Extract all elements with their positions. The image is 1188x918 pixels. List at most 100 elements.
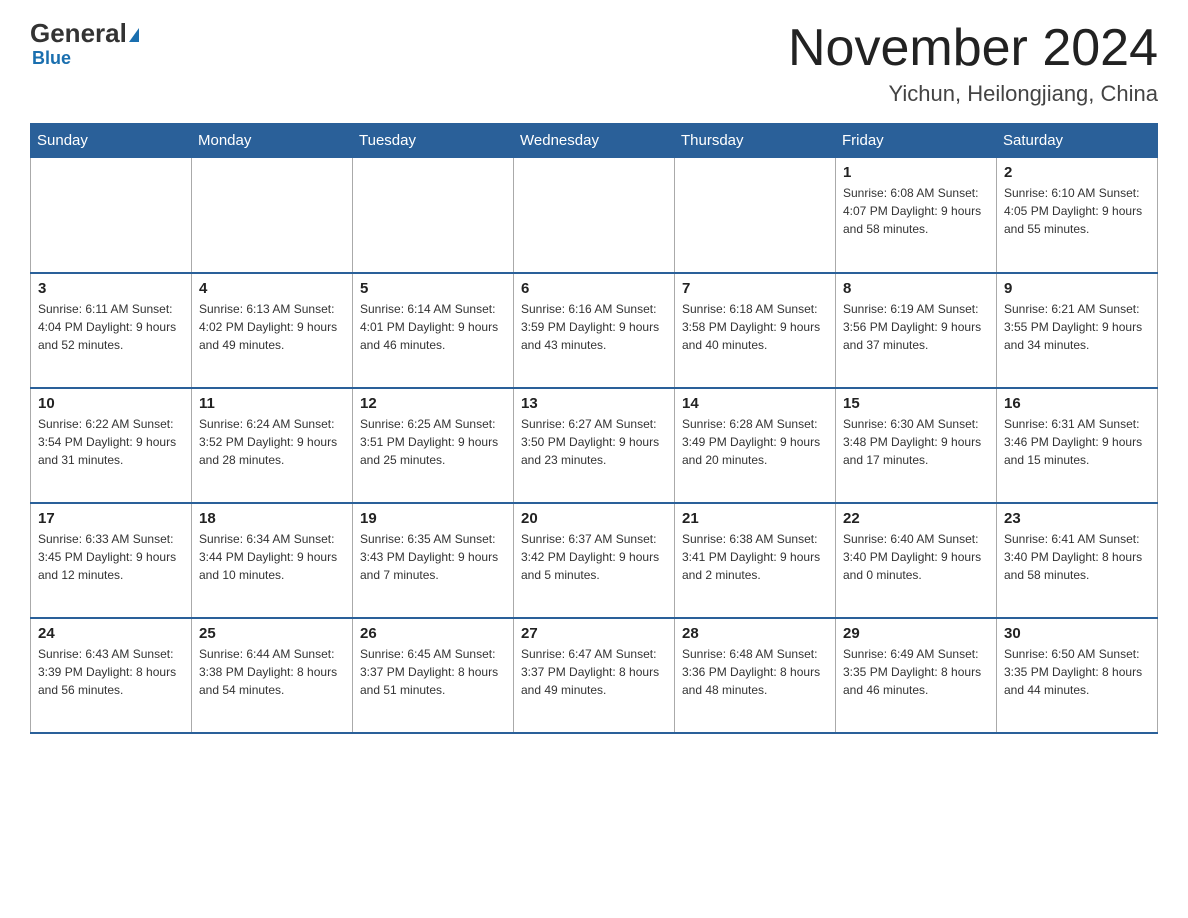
day-info: Sunrise: 6:19 AM Sunset: 3:56 PM Dayligh… (843, 300, 989, 354)
day-info: Sunrise: 6:24 AM Sunset: 3:52 PM Dayligh… (199, 415, 345, 469)
weekday-header-saturday: Saturday (997, 124, 1158, 158)
day-number: 22 (843, 510, 989, 527)
day-number: 29 (843, 625, 989, 642)
day-info: Sunrise: 6:25 AM Sunset: 3:51 PM Dayligh… (360, 415, 506, 469)
day-info: Sunrise: 6:30 AM Sunset: 3:48 PM Dayligh… (843, 415, 989, 469)
weekday-header-wednesday: Wednesday (514, 124, 675, 158)
calendar-cell: 17 Sunrise: 6:33 AM Sunset: 3:45 PM Dayli… (31, 503, 192, 618)
day-number: 23 (1004, 510, 1150, 527)
day-number: 17 (38, 510, 184, 527)
day-number: 16 (1004, 395, 1150, 412)
day-info: Sunrise: 6:33 AM Sunset: 3:45 PM Dayligh… (38, 530, 184, 584)
day-info: Sunrise: 6:31 AM Sunset: 3:46 PM Dayligh… (1004, 415, 1150, 469)
calendar-cell: 1 Sunrise: 6:08 AM Sunset: 4:07 PM Daylig… (836, 158, 997, 273)
day-number: 28 (682, 625, 828, 642)
day-number: 18 (199, 510, 345, 527)
day-info: Sunrise: 6:40 AM Sunset: 3:40 PM Dayligh… (843, 530, 989, 584)
calendar-cell (514, 158, 675, 273)
day-info: Sunrise: 6:14 AM Sunset: 4:01 PM Dayligh… (360, 300, 506, 354)
calendar-cell: 21 Sunrise: 6:38 AM Sunset: 3:41 PM Dayli… (675, 503, 836, 618)
calendar-cell: 29 Sunrise: 6:49 AM Sunset: 3:35 PM Dayli… (836, 618, 997, 733)
calendar-cell: 12Sunrise: 6:25 AM Sunset: 3:51 PM Dayli… (353, 388, 514, 503)
month-year-title: November 2024 (788, 20, 1158, 77)
day-number: 8 (843, 280, 989, 297)
day-number: 4 (199, 280, 345, 297)
calendar-cell: 13 Sunrise: 6:27 AM Sunset: 3:50 PM Dayli… (514, 388, 675, 503)
week-row-1: 1 Sunrise: 6:08 AM Sunset: 4:07 PM Daylig… (31, 158, 1158, 273)
day-info: Sunrise: 6:47 AM Sunset: 3:37 PM Dayligh… (521, 645, 667, 699)
calendar-cell: 15Sunrise: 6:30 AM Sunset: 3:48 PM Dayli… (836, 388, 997, 503)
day-info: Sunrise: 6:21 AM Sunset: 3:55 PM Dayligh… (1004, 300, 1150, 354)
day-info: Sunrise: 6:49 AM Sunset: 3:35 PM Dayligh… (843, 645, 989, 699)
day-info: Sunrise: 6:22 AM Sunset: 3:54 PM Dayligh… (38, 415, 184, 469)
calendar-cell: 10 Sunrise: 6:22 AM Sunset: 3:54 PM Dayli… (31, 388, 192, 503)
day-number: 1 (843, 164, 989, 181)
calendar-cell: 25 Sunrise: 6:44 AM Sunset: 3:38 PM Dayli… (192, 618, 353, 733)
weekday-header-tuesday: Tuesday (353, 124, 514, 158)
location-subtitle: Yichun, Heilongjiang, China (788, 81, 1158, 107)
day-info: Sunrise: 6:08 AM Sunset: 4:07 PM Dayligh… (843, 184, 989, 238)
calendar-cell: 22 Sunrise: 6:40 AM Sunset: 3:40 PM Dayli… (836, 503, 997, 618)
calendar-cell (192, 158, 353, 273)
day-info: Sunrise: 6:10 AM Sunset: 4:05 PM Dayligh… (1004, 184, 1150, 238)
calendar-cell: 9 Sunrise: 6:21 AM Sunset: 3:55 PM Daylig… (997, 273, 1158, 388)
calendar-table: SundayMondayTuesdayWednesdayThursdayFrid… (30, 123, 1158, 734)
day-number: 21 (682, 510, 828, 527)
day-number: 24 (38, 625, 184, 642)
calendar-cell: 11Sunrise: 6:24 AM Sunset: 3:52 PM Dayli… (192, 388, 353, 503)
weekday-header-monday: Monday (192, 124, 353, 158)
week-row-3: 10 Sunrise: 6:22 AM Sunset: 3:54 PM Dayli… (31, 388, 1158, 503)
day-number: 19 (360, 510, 506, 527)
day-number: 3 (38, 280, 184, 297)
calendar-cell: 18 Sunrise: 6:34 AM Sunset: 3:44 PM Dayli… (192, 503, 353, 618)
calendar-cell: 3 Sunrise: 6:11 AM Sunset: 4:04 PM Daylig… (31, 273, 192, 388)
day-info: Sunrise: 6:48 AM Sunset: 3:36 PM Dayligh… (682, 645, 828, 699)
day-info: Sunrise: 6:38 AM Sunset: 3:41 PM Dayligh… (682, 530, 828, 584)
weekday-header-sunday: Sunday (31, 124, 192, 158)
logo-text: General (30, 20, 139, 46)
weekday-header-friday: Friday (836, 124, 997, 158)
weekday-header-thursday: Thursday (675, 124, 836, 158)
calendar-cell: 16 Sunrise: 6:31 AM Sunset: 3:46 PM Dayli… (997, 388, 1158, 503)
calendar-cell: 28 Sunrise: 6:48 AM Sunset: 3:36 PM Dayli… (675, 618, 836, 733)
day-info: Sunrise: 6:35 AM Sunset: 3:43 PM Dayligh… (360, 530, 506, 584)
day-number: 27 (521, 625, 667, 642)
day-info: Sunrise: 6:11 AM Sunset: 4:04 PM Dayligh… (38, 300, 184, 354)
calendar-cell: 5 Sunrise: 6:14 AM Sunset: 4:01 PM Daylig… (353, 273, 514, 388)
calendar-cell: 2 Sunrise: 6:10 AM Sunset: 4:05 PM Daylig… (997, 158, 1158, 273)
page-header: General Blue November 2024 Yichun, Heilo… (30, 20, 1158, 107)
day-info: Sunrise: 6:18 AM Sunset: 3:58 PM Dayligh… (682, 300, 828, 354)
day-number: 20 (521, 510, 667, 527)
day-info: Sunrise: 6:45 AM Sunset: 3:37 PM Dayligh… (360, 645, 506, 699)
logo-sub: Blue (30, 48, 71, 69)
day-number: 10 (38, 395, 184, 412)
day-info: Sunrise: 6:34 AM Sunset: 3:44 PM Dayligh… (199, 530, 345, 584)
day-number: 9 (1004, 280, 1150, 297)
calendar-cell: 6Sunrise: 6:16 AM Sunset: 3:59 PM Daylig… (514, 273, 675, 388)
calendar-cell: 27 Sunrise: 6:47 AM Sunset: 3:37 PM Dayli… (514, 618, 675, 733)
day-number: 7 (682, 280, 828, 297)
week-row-4: 17 Sunrise: 6:33 AM Sunset: 3:45 PM Dayli… (31, 503, 1158, 618)
day-info: Sunrise: 6:50 AM Sunset: 3:35 PM Dayligh… (1004, 645, 1150, 699)
day-number: 5 (360, 280, 506, 297)
day-info: Sunrise: 6:27 AM Sunset: 3:50 PM Dayligh… (521, 415, 667, 469)
day-info: Sunrise: 6:41 AM Sunset: 3:40 PM Dayligh… (1004, 530, 1150, 584)
calendar-cell: 24 Sunrise: 6:43 AM Sunset: 3:39 PM Dayli… (31, 618, 192, 733)
week-row-5: 24 Sunrise: 6:43 AM Sunset: 3:39 PM Dayli… (31, 618, 1158, 733)
day-number: 2 (1004, 164, 1150, 181)
calendar-cell: 19 Sunrise: 6:35 AM Sunset: 3:43 PM Dayli… (353, 503, 514, 618)
calendar-cell: 30 Sunrise: 6:50 AM Sunset: 3:35 PM Dayli… (997, 618, 1158, 733)
calendar-cell: 23 Sunrise: 6:41 AM Sunset: 3:40 PM Dayli… (997, 503, 1158, 618)
day-info: Sunrise: 6:37 AM Sunset: 3:42 PM Dayligh… (521, 530, 667, 584)
day-info: Sunrise: 6:13 AM Sunset: 4:02 PM Dayligh… (199, 300, 345, 354)
week-row-2: 3 Sunrise: 6:11 AM Sunset: 4:04 PM Daylig… (31, 273, 1158, 388)
day-number: 13 (521, 395, 667, 412)
calendar-cell: 26Sunrise: 6:45 AM Sunset: 3:37 PM Dayli… (353, 618, 514, 733)
day-info: Sunrise: 6:43 AM Sunset: 3:39 PM Dayligh… (38, 645, 184, 699)
day-number: 6 (521, 280, 667, 297)
day-number: 25 (199, 625, 345, 642)
calendar-cell (675, 158, 836, 273)
day-number: 30 (1004, 625, 1150, 642)
day-info: Sunrise: 6:44 AM Sunset: 3:38 PM Dayligh… (199, 645, 345, 699)
weekday-header-row: SundayMondayTuesdayWednesdayThursdayFrid… (31, 124, 1158, 158)
